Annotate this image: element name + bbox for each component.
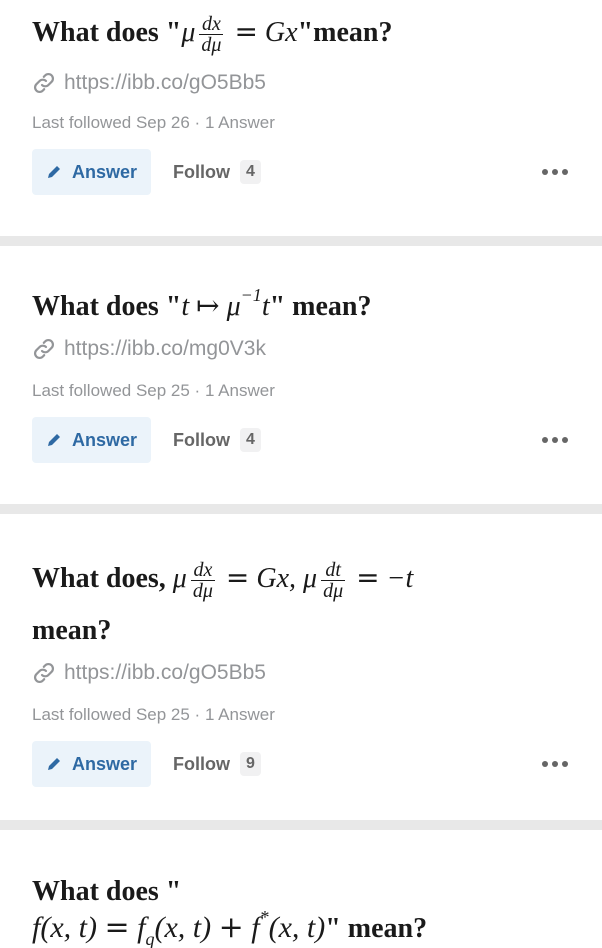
title-text: What does " [32,876,182,907]
more-options-icon[interactable] [542,169,568,176]
action-bar: Answer Follow 4 [0,417,602,463]
question-link[interactable]: https://ibb.co/gO5Bb5 [0,661,602,685]
math-formula: μ dx dμ = Gx [181,13,298,57]
answer-label: Answer [72,753,138,774]
question-meta: Last followed Sep 25 · 1 Answer [32,705,275,724]
follow-label: Follow [173,161,231,182]
title-text: What does " [32,17,182,48]
question-meta: Last followed Sep 25 · 1 Answer [32,381,275,400]
question-link[interactable]: https://ibb.co/mg0V3k [0,337,602,361]
answer-label: Answer [72,161,138,182]
math-formula: t ↦ μ−1t [181,285,270,322]
title-text: What does, [32,563,173,594]
question-meta: Last followed Sep 26 · 1 Answer [32,113,275,133]
title-text: What does " [32,291,182,322]
link-text: https://ibb.co/mg0V3k [64,337,266,360]
math-formula: f(x, t) = fq(x, t) + f*(x, t) [32,907,326,948]
title-text: " mean? [269,291,372,322]
follow-button[interactable]: Follow 4 [173,160,261,185]
follow-label: Follow [173,429,231,450]
question-title[interactable]: What does "μ dx dμ = Gx"mean? [0,10,602,55]
answer-button[interactable]: Answer [32,417,152,463]
question-title[interactable]: What does " f(x, t) = fq(x, t) + f*(x, t… [0,874,602,948]
action-bar: Answer Follow 9 [0,741,602,787]
pencil-icon [48,758,60,770]
question-title[interactable]: What does, μ dx dμ = Gx, μ dt dμ = −t mean? [0,552,602,657]
question-link[interactable]: https://ibb.co/gO5Bb5 [0,71,602,95]
pencil-icon [48,434,60,446]
link-text: https://ibb.co/gO5Bb5 [64,661,266,684]
answer-button[interactable]: Answer [32,741,152,787]
link-icon [33,73,55,94]
more-options-icon[interactable] [542,437,568,443]
question-card: What does "t ↦ μ−1t" mean? https://ibb.c… [0,246,602,504]
pencil-icon [48,166,60,179]
follow-button[interactable]: Follow 9 [173,752,261,776]
card-divider [0,236,602,246]
action-bar: Answer Follow 4 [0,149,602,196]
card-divider [0,820,602,830]
link-icon [33,662,55,684]
follow-count: 9 [240,752,261,776]
follow-count: 4 [240,428,261,452]
question-title[interactable]: What does "t ↦ μ−1t" mean? [0,285,602,329]
title-text: "mean? [297,17,393,48]
math-formula: μ dx dμ = Gx, μ dt dμ = −t [172,559,414,603]
title-text: " mean? [325,913,428,944]
follow-label: Follow [173,753,231,774]
card-divider [0,504,602,514]
link-text: https://ibb.co/gO5Bb5 [64,71,266,95]
answer-label: Answer [72,429,138,450]
title-text: mean? [32,615,112,646]
question-card: What does "μ dx dμ = Gx"mean? https://ibb.… [0,0,602,236]
question-card: What does, μ dx dμ = Gx, μ dt dμ = −t mean? … [0,514,602,820]
answer-button[interactable]: Answer [32,149,152,196]
question-card: What does " f(x, t) = fq(x, t) + f*(x, t… [0,830,602,948]
more-options-icon[interactable] [542,761,568,767]
follow-count: 4 [240,160,261,185]
link-icon [33,338,55,360]
follow-button[interactable]: Follow 4 [173,428,261,452]
